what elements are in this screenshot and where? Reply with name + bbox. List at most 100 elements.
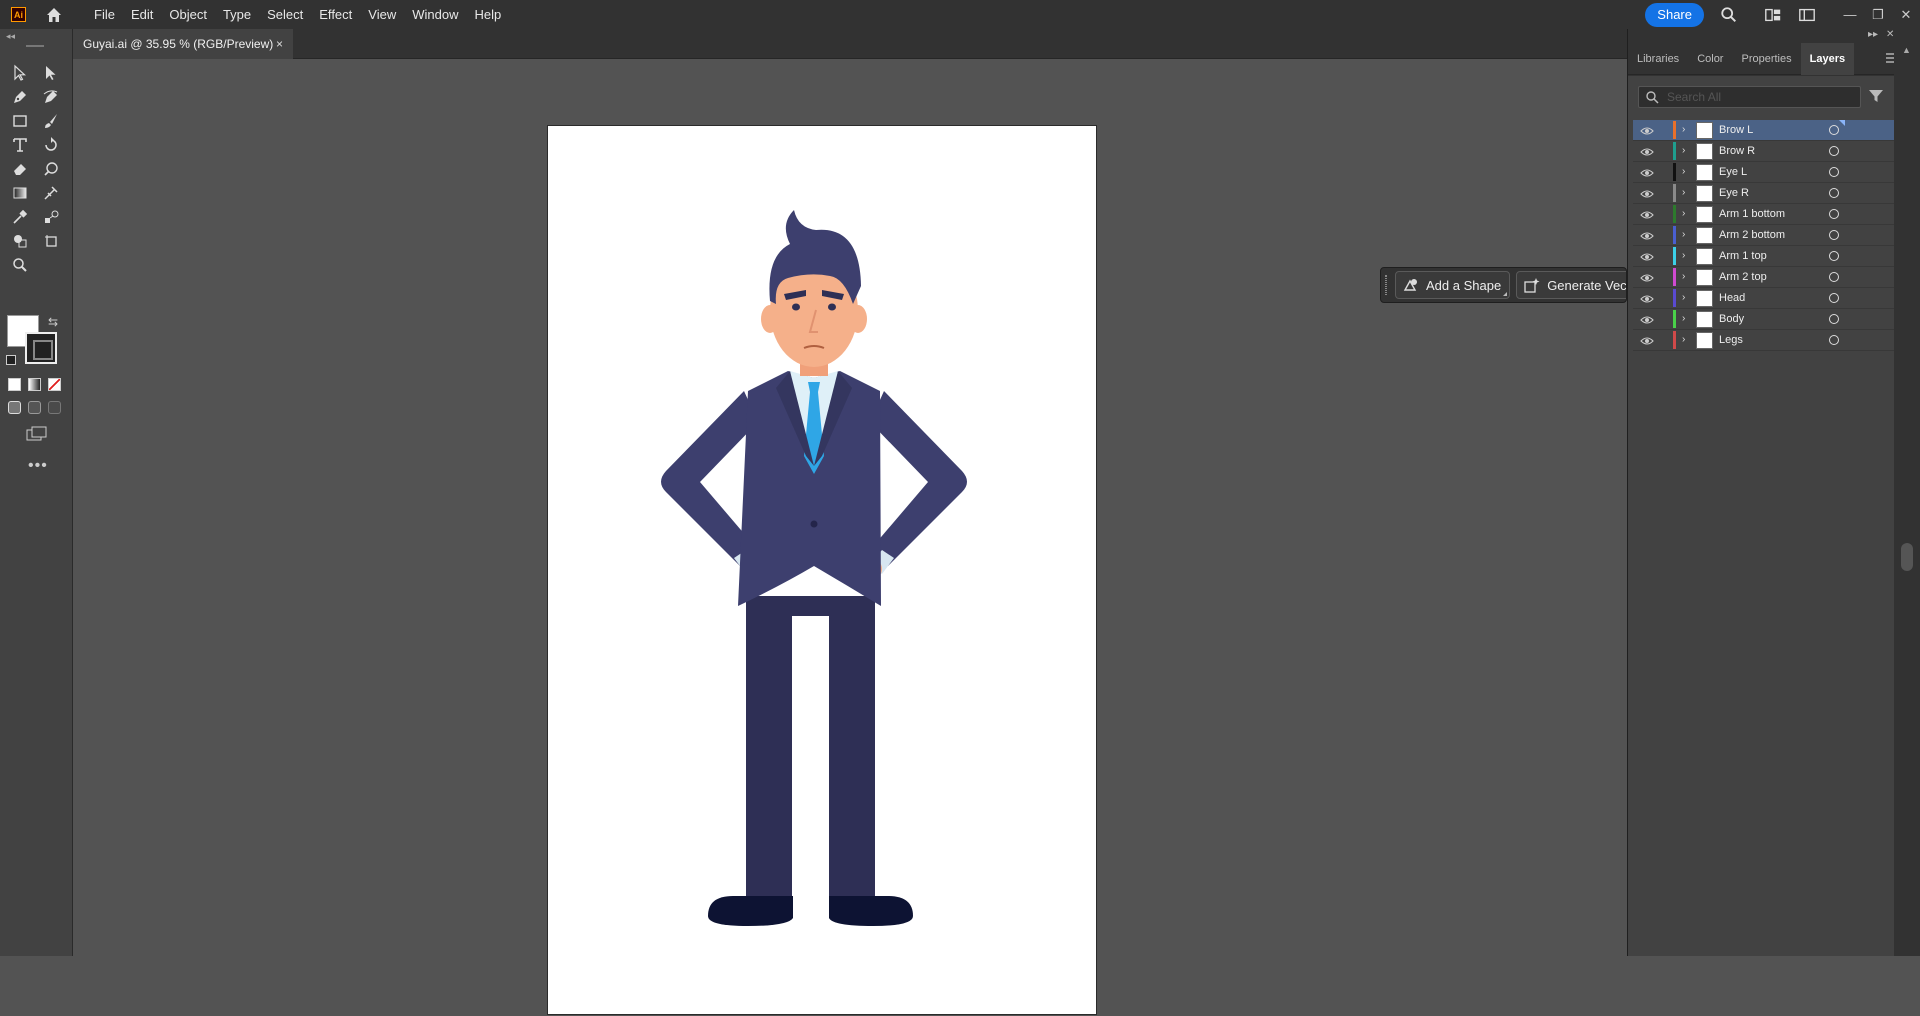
artboard[interactable] <box>547 125 1097 1015</box>
mesh-tool-icon[interactable] <box>40 182 62 204</box>
arrange-documents-icon[interactable] <box>1796 4 1818 26</box>
swap-fill-stroke-icon[interactable]: ⇆ <box>48 315 58 329</box>
search-icon[interactable] <box>1718 4 1740 26</box>
target-circle-icon[interactable] <box>1829 251 1839 261</box>
target-circle-icon[interactable] <box>1829 335 1839 345</box>
edit-toolbar-more-icon[interactable]: ••• <box>28 457 48 475</box>
layer-row[interactable]: › Legs <box>1633 330 1894 351</box>
document-tab[interactable]: Guyai.ai @ 35.95 % (RGB/Preview) × <box>73 29 293 59</box>
layer-name[interactable]: Arm 2 top <box>1719 271 1767 283</box>
artboard-tool-icon[interactable] <box>40 230 62 252</box>
gradient-mode-icon[interactable] <box>28 378 41 391</box>
target-circle-icon[interactable] <box>1829 293 1839 303</box>
close-dock-icon[interactable]: ✕ <box>1886 29 1894 40</box>
curvature-tool-icon[interactable] <box>40 86 62 108</box>
visibility-eye-icon[interactable] <box>1640 209 1654 219</box>
layer-name[interactable]: Brow L <box>1719 124 1753 136</box>
expand-chevron-icon[interactable]: › <box>1682 292 1692 304</box>
panel-scrollbar[interactable]: ▲ <box>1894 43 1920 956</box>
canvas-area[interactable] <box>74 59 1627 1015</box>
rectangle-tool-icon[interactable] <box>9 110 31 132</box>
scroll-thumb[interactable] <box>1901 543 1913 571</box>
tab-layers[interactable]: Layers <box>1800 42 1855 75</box>
menu-help[interactable]: Help <box>466 0 509 29</box>
layer-row[interactable]: › Arm 1 top <box>1633 246 1894 267</box>
layer-name[interactable]: Arm 1 bottom <box>1719 208 1785 220</box>
blend-tool-icon[interactable] <box>40 206 62 228</box>
taskbar-grip[interactable] <box>1385 275 1387 295</box>
expand-chevron-icon[interactable]: › <box>1682 187 1692 199</box>
layer-name[interactable]: Eye L <box>1719 166 1747 178</box>
target-circle-icon[interactable] <box>1829 146 1839 156</box>
stroke-color-swatch[interactable] <box>25 332 57 364</box>
layer-name[interactable]: Head <box>1719 292 1745 304</box>
collapse-toolbar-icon[interactable]: ◂◂ <box>6 31 15 42</box>
type-tool-icon[interactable] <box>9 134 31 156</box>
menu-object[interactable]: Object <box>161 0 215 29</box>
toolbar-grip[interactable] <box>26 45 44 47</box>
layer-row[interactable]: › Brow R <box>1633 141 1894 162</box>
visibility-eye-icon[interactable] <box>1640 125 1654 135</box>
businessman-illustration[interactable] <box>548 126 1098 1016</box>
target-circle-icon[interactable] <box>1829 272 1839 282</box>
close-window-button[interactable]: ✕ <box>1892 0 1920 29</box>
filter-icon[interactable] <box>1868 88 1884 104</box>
pen-tool-icon[interactable] <box>9 86 31 108</box>
layer-name[interactable]: Eye R <box>1719 187 1749 199</box>
expand-chevron-icon[interactable]: › <box>1682 334 1692 346</box>
layer-row[interactable]: › Eye L <box>1633 162 1894 183</box>
generate-vectors-button[interactable]: Generate Vect <box>1516 271 1626 299</box>
selection-tool-icon[interactable] <box>9 62 31 84</box>
visibility-eye-icon[interactable] <box>1640 314 1654 324</box>
restore-window-button[interactable]: ❐ <box>1864 0 1892 29</box>
visibility-eye-icon[interactable] <box>1640 251 1654 261</box>
close-tab-icon[interactable]: × <box>276 37 283 51</box>
screen-mode-icon[interactable] <box>26 426 48 442</box>
expand-chevron-icon[interactable]: › <box>1682 229 1692 241</box>
rotate-tool-icon[interactable] <box>40 134 62 156</box>
menu-effect[interactable]: Effect <box>311 0 360 29</box>
menu-file[interactable]: File <box>86 0 123 29</box>
color-mode-icon[interactable] <box>8 378 21 391</box>
layer-row[interactable]: › Body <box>1633 309 1894 330</box>
target-circle-icon[interactable] <box>1829 230 1839 240</box>
expand-chevron-icon[interactable]: › <box>1682 250 1692 262</box>
target-circle-icon[interactable] <box>1829 188 1839 198</box>
collapse-dock-icon[interactable]: ▸▸ <box>1868 29 1878 40</box>
eraser-tool-icon[interactable] <box>9 158 31 180</box>
add-shape-button[interactable]: Add a Shape <box>1395 271 1511 299</box>
target-circle-icon[interactable] <box>1829 314 1839 324</box>
expand-chevron-icon[interactable]: › <box>1682 271 1692 283</box>
expand-chevron-icon[interactable]: › <box>1682 124 1692 136</box>
home-icon[interactable] <box>44 5 64 25</box>
visibility-eye-icon[interactable] <box>1640 272 1654 282</box>
layer-name[interactable]: Arm 2 bottom <box>1719 229 1785 241</box>
tab-properties[interactable]: Properties <box>1732 43 1800 75</box>
gradient-tool-icon[interactable] <box>9 182 31 204</box>
menu-type[interactable]: Type <box>215 0 259 29</box>
layer-name[interactable]: Body <box>1719 313 1744 325</box>
draw-behind-icon[interactable] <box>28 401 41 414</box>
layer-row[interactable]: › Arm 2 top <box>1633 267 1894 288</box>
expand-chevron-icon[interactable]: › <box>1682 208 1692 220</box>
visibility-eye-icon[interactable] <box>1640 188 1654 198</box>
expand-chevron-icon[interactable]: › <box>1682 313 1692 325</box>
layer-name[interactable]: Arm 1 top <box>1719 250 1767 262</box>
minimize-window-button[interactable]: — <box>1836 0 1864 29</box>
visibility-eye-icon[interactable] <box>1640 335 1654 345</box>
warp-tool-icon[interactable] <box>40 158 62 180</box>
layer-row[interactable]: › Brow L <box>1633 120 1894 141</box>
tab-color[interactable]: Color <box>1688 43 1732 75</box>
workspace-switcher-icon[interactable] <box>1762 4 1784 26</box>
visibility-eye-icon[interactable] <box>1640 230 1654 240</box>
layer-row[interactable]: › Arm 1 bottom <box>1633 204 1894 225</box>
draw-inside-icon[interactable] <box>48 401 61 414</box>
menu-edit[interactable]: Edit <box>123 0 161 29</box>
default-fill-stroke-icon[interactable] <box>6 355 16 365</box>
layers-search-input[interactable] <box>1667 90 1847 104</box>
layer-row[interactable]: › Arm 2 bottom <box>1633 225 1894 246</box>
visibility-eye-icon[interactable] <box>1640 167 1654 177</box>
layer-name[interactable]: Legs <box>1719 334 1743 346</box>
layer-row[interactable]: › Eye R <box>1633 183 1894 204</box>
layer-name[interactable]: Brow R <box>1719 145 1755 157</box>
